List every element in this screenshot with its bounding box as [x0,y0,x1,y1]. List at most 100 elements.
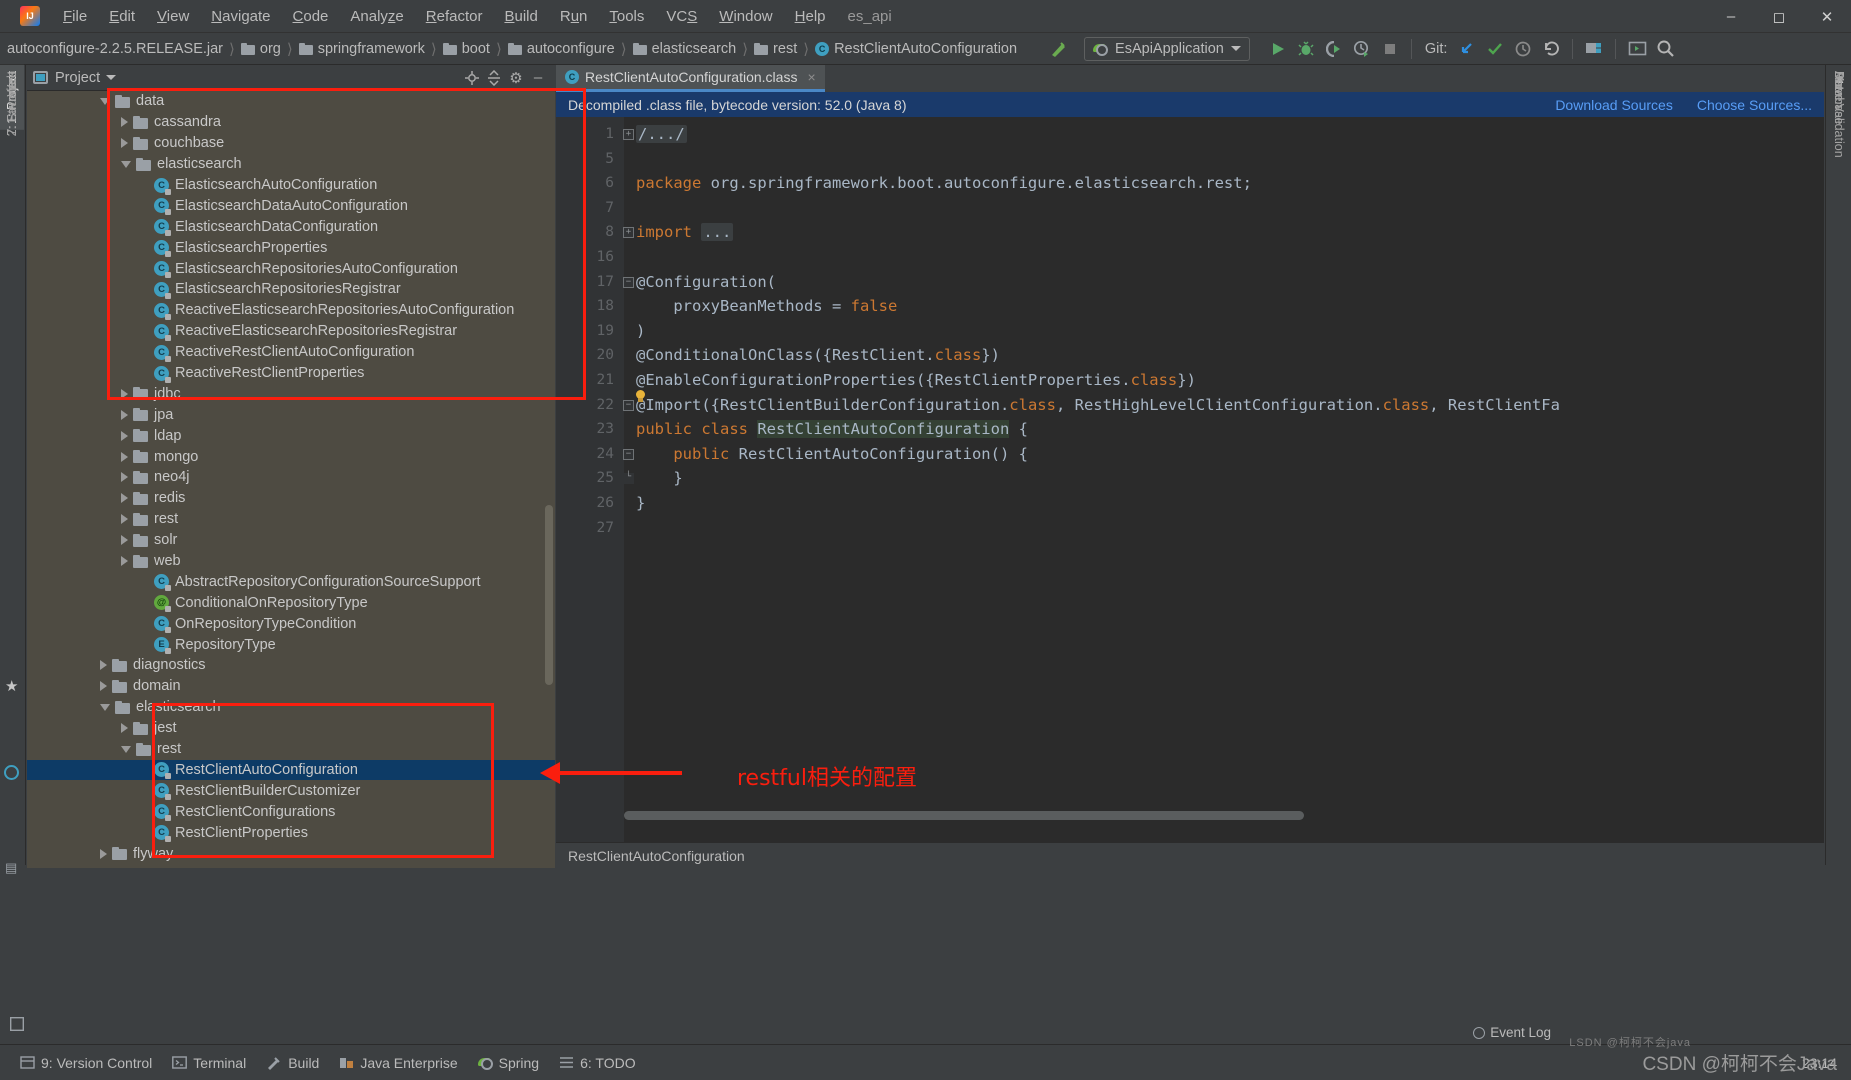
minimize-button[interactable]: – [1707,0,1755,33]
editor-tab-restclientautoconfiguration[interactable]: C RestClientAutoConfiguration.class × [556,65,825,92]
line-number[interactable]: 23 [556,417,624,442]
close-icon[interactable]: × [807,69,815,85]
debug-icon[interactable] [1292,36,1320,62]
tree-row[interactable]: couchbase [27,133,555,154]
tree-row[interactable]: data [27,91,555,112]
hide-panel-icon[interactable]: – [527,67,549,89]
chevron-right-icon[interactable] [100,681,107,692]
breadcrumb-class[interactable]: C RestClientAutoConfiguration [810,39,1022,59]
status-version-control[interactable]: 9: Version Control [10,1052,162,1074]
code-line[interactable]: package org.springframework.boot.autocon… [624,171,1824,196]
status-java-enterprise[interactable]: Java Enterprise [329,1052,467,1074]
menu-view[interactable]: View [146,5,200,28]
chevron-right-icon[interactable] [121,451,128,462]
tree-row[interactable]: domain [27,676,555,697]
chevron-right-icon[interactable] [121,556,128,567]
line-number[interactable]: 19 [556,319,624,344]
search-everywhere-icon[interactable] [1651,36,1679,62]
locate-icon[interactable] [461,67,483,89]
line-number[interactable]: 22− [556,393,634,418]
line-number[interactable]: 17− [556,270,634,295]
tree-row[interactable]: C ElasticsearchDataAutoConfiguration [27,195,555,216]
tree-row[interactable]: mongo [27,446,555,467]
status-terminal[interactable]: Terminal [162,1052,256,1074]
collapse-all-icon[interactable] [483,67,505,89]
chevron-down-icon[interactable] [106,75,117,80]
event-log-button[interactable]: Event Log [1473,1025,1551,1040]
chevron-right-icon[interactable] [121,117,128,128]
menu-tools[interactable]: Tools [598,5,655,28]
tree-row[interactable]: @ ConditionalOnRepositoryType [27,592,555,613]
editor-gutter[interactable]: 1 +5 6 7 8 +16 17−18 19 20 21 22−23 24−25 └ 26 27 [556,117,634,842]
run-configuration-selector[interactable]: EsApiApplication [1084,36,1250,61]
menu-code[interactable]: Code [282,5,340,28]
code-content[interactable]: /.../ package org.springframework.boot.a… [624,117,1824,842]
chevron-down-icon[interactable] [121,745,131,753]
stop-icon[interactable] [1376,36,1404,62]
code-line[interactable]: /.../ [624,122,1824,147]
tree-row[interactable]: C ReactiveElasticsearchRepositoriesRegist… [27,321,555,342]
code-line[interactable]: } [624,466,1824,491]
build-icon[interactable] [1044,36,1072,62]
tree-row[interactable]: jest [27,718,555,739]
breadcrumb-boot[interactable]: boot [438,39,495,59]
tree-row[interactable]: web [27,551,555,572]
chevron-right-icon[interactable] [121,723,128,734]
menu-file[interactable]: File [52,5,98,28]
tree-row[interactable]: C ElasticsearchRepositoriesAutoConfigurat… [27,258,555,279]
menu-window[interactable]: Window [708,5,783,28]
breadcrumb-autoconfigure[interactable]: autoconfigure [503,39,620,59]
chevron-right-icon[interactable] [121,514,128,525]
tree-row[interactable]: neo4j [27,467,555,488]
tree-row[interactable]: jpa [27,404,555,425]
code-line[interactable]: ) [624,319,1824,344]
tree-row[interactable]: C ElasticsearchProperties [27,237,555,258]
project-structure-icon[interactable] [1580,36,1608,62]
chevron-right-icon[interactable] [100,660,107,671]
download-sources-link[interactable]: Download Sources [1555,97,1673,113]
sidebar-item-structure[interactable]: 7: Structure [0,65,24,142]
line-number[interactable]: 16 [556,245,624,270]
line-number[interactable]: 5 [556,147,624,172]
menu-navigate[interactable]: Navigate [200,5,281,28]
code-line[interactable] [624,245,1824,270]
line-number[interactable]: 27 [556,516,624,541]
menu-help[interactable]: Help [784,5,837,28]
code-line[interactable]: public RestClientAutoConfiguration() { [624,442,1824,467]
status-build[interactable]: Build [256,1052,329,1074]
breadcrumb-jar[interactable]: autoconfigure-2.2.5.RELEASE.jar [2,39,228,59]
tree-row[interactable]: C RestClientConfigurations [27,801,555,822]
menu-run[interactable]: Run [549,5,599,28]
tree-row[interactable]: cassandra [27,112,555,133]
tree-row-selected[interactable]: C RestClientAutoConfiguration [27,759,555,781]
menu-vcs[interactable]: VCS [655,5,708,28]
git-rollback-icon[interactable] [1537,36,1565,62]
chevron-right-icon[interactable] [121,472,128,483]
tree-row[interactable]: jdbc [27,383,555,404]
chevron-right-icon[interactable] [121,409,128,420]
line-number[interactable]: 20 [556,343,624,368]
tree-row[interactable]: ldap [27,425,555,446]
code-line[interactable] [624,196,1824,221]
tree-row[interactable]: solr [27,530,555,551]
tree-row[interactable]: rest [27,739,555,760]
breadcrumb-elasticsearch[interactable]: elasticsearch [628,39,742,59]
code-line[interactable]: } [624,491,1824,516]
line-number[interactable]: 25 └ [556,466,634,491]
profiler-icon[interactable] [1348,36,1376,62]
git-commit-icon[interactable] [1481,36,1509,62]
menu-edit[interactable]: Edit [98,5,146,28]
menu-analyze[interactable]: Analyze [339,5,414,28]
choose-sources-link[interactable]: Choose Sources... [1697,97,1812,113]
chevron-down-icon[interactable] [100,97,110,105]
breadcrumb-org[interactable]: org [236,39,286,59]
maximize-button[interactable]: ◻ [1755,0,1803,33]
tree-row[interactable]: C AbstractRepositoryConfigurationSourceSu… [27,571,555,592]
chevron-right-icon[interactable] [100,848,107,859]
editor-horizontal-scrollbar[interactable] [624,811,1304,820]
gear-icon[interactable]: ⚙ [505,67,527,89]
tree-row[interactable]: C ElasticsearchRepositoriesRegistrar [27,279,555,300]
chevron-down-icon[interactable] [100,703,110,711]
chevron-right-icon[interactable] [121,138,128,149]
code-line[interactable]: public class RestClientAutoConfiguration… [624,417,1824,442]
